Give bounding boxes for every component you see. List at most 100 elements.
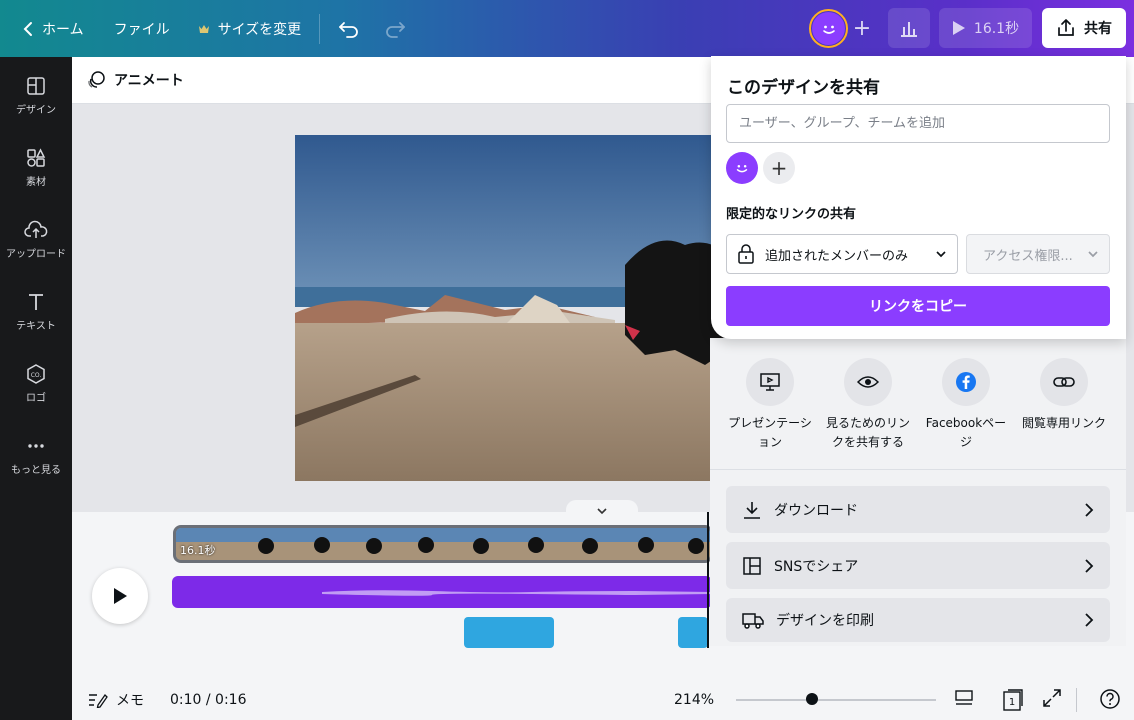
share-option-presentation[interactable]: プレゼンテーション [722, 358, 818, 451]
play-duration: 16.1秒 [973, 21, 1020, 37]
sidebar-label-uploads: アップロード [6, 249, 66, 260]
zoom-slider[interactable] [736, 693, 936, 705]
video-clip-track[interactable]: 16.1秒 [173, 525, 713, 563]
share-option-readonly-link[interactable]: 閲覧専用リンク [1016, 358, 1112, 433]
grid-view-icon [954, 688, 976, 708]
grid-view-button[interactable] [954, 688, 976, 710]
social-icon [742, 556, 762, 576]
share-option-view-link[interactable]: 見るためのリンクを共有する [820, 358, 916, 451]
undo-button[interactable] [326, 9, 372, 49]
zoom-percent: 214% [674, 692, 715, 708]
logo-icon: CO. [25, 363, 47, 385]
animate-button[interactable]: アニメート [86, 70, 184, 90]
sidebar-label-design: デザイン [16, 105, 56, 116]
share-option-label: 見るためのリンクを共有する [825, 416, 910, 449]
copy-link-button[interactable]: リンクをコピー [726, 286, 1110, 326]
chevron-down-icon [935, 250, 947, 258]
pages-button[interactable]: 1 [1002, 688, 1024, 712]
left-sidebar: デザイン 素材 アップロード テキスト CO. ロゴ もっと見る [0, 57, 72, 720]
share-option-label: Facebookページ [925, 416, 1007, 449]
link-sharing-heading: 限定的なリンクの共有 [726, 207, 857, 222]
bottom-divider [1076, 688, 1077, 712]
help-button[interactable] [1099, 688, 1121, 710]
redo-icon [384, 20, 406, 38]
text-icon [25, 291, 47, 313]
sidebar-label-elements: 素材 [26, 177, 46, 188]
resize-label: サイズを変更 [217, 21, 302, 38]
plus-icon: + [770, 156, 788, 180]
user-avatar[interactable] [809, 9, 848, 48]
upload-share-icon [1056, 18, 1076, 38]
more-icon [25, 435, 47, 457]
facebook-icon [942, 358, 990, 406]
sidebar-item-text[interactable]: テキスト [0, 291, 72, 332]
sidebar-label-more: もっと見る [11, 465, 61, 476]
animate-label: アニメート [114, 73, 184, 89]
playhead[interactable] [707, 512, 709, 648]
audio-clip-1[interactable] [464, 617, 554, 648]
chevron-right-icon [1084, 612, 1094, 628]
sidebar-label-logo: ロゴ [26, 393, 46, 404]
download-icon [742, 500, 762, 520]
collaborator-avatar[interactable] [726, 152, 758, 184]
memo-button[interactable]: メモ [88, 690, 144, 710]
row-label: SNSでシェア [774, 558, 859, 575]
home-label: ホーム [42, 21, 84, 38]
redo-button[interactable] [372, 9, 418, 49]
share-option-label: プレゼンテーション [728, 416, 812, 449]
sidebar-item-uploads[interactable]: アップロード [0, 219, 72, 260]
play-icon [112, 587, 128, 605]
permission-select-value: アクセス権限... [983, 248, 1073, 264]
print-design-row[interactable]: デザインを印刷 [726, 598, 1110, 642]
bottom-bar: メモ 0:10 / 0:16 214% 1 [72, 680, 1134, 720]
clip-duration-label: 16.1秒 [180, 544, 216, 557]
upload-icon [24, 219, 48, 241]
sidebar-item-more[interactable]: もっと見る [0, 435, 72, 476]
add-member-button[interactable]: + [763, 152, 795, 184]
play-preview-button[interactable]: 16.1秒 [939, 8, 1032, 48]
collapse-timeline-button[interactable] [566, 500, 638, 522]
page-count: 1 [1008, 696, 1016, 708]
expand-icon [1042, 688, 1064, 708]
add-collaborator-button[interactable]: + [848, 14, 876, 42]
toolbar-divider [319, 13, 321, 44]
share-option-label: 閲覧専用リンク [1021, 416, 1106, 430]
insights-button[interactable] [888, 8, 930, 48]
sidebar-label-text: テキスト [16, 321, 56, 332]
timeline-play-button[interactable] [92, 568, 148, 624]
add-people-input[interactable] [726, 104, 1110, 143]
bar-chart-icon [899, 19, 919, 37]
fullscreen-button[interactable] [1042, 688, 1064, 710]
share-button[interactable]: 共有 [1042, 8, 1126, 48]
truck-icon [742, 611, 764, 629]
row-label: ダウンロード [774, 502, 858, 519]
animate-icon [86, 70, 106, 90]
top-bar: ホーム ファイル サイズを変更 + 16.1秒 共有 [0, 0, 1134, 57]
crown-icon [198, 23, 210, 35]
filmstrip-thumbnails [176, 528, 710, 560]
resize-button[interactable]: サイズを変更 [186, 9, 314, 49]
audio-clip-2[interactable] [678, 617, 708, 648]
social-share-row[interactable]: SNSでシェア [726, 542, 1110, 589]
sidebar-item-logo[interactable]: CO. ロゴ [0, 363, 72, 404]
share-option-facebook[interactable]: Facebookページ [918, 358, 1014, 451]
panel-divider [710, 469, 1126, 470]
sidebar-item-design[interactable]: デザイン [0, 75, 72, 116]
share-label: 共有 [1084, 21, 1112, 37]
file-menu[interactable]: ファイル [102, 9, 182, 49]
zoom-slider-thumb[interactable] [806, 693, 818, 705]
audio-track[interactable] [172, 576, 712, 608]
permission-select[interactable]: アクセス権限... [966, 234, 1110, 274]
home-button[interactable]: ホーム [10, 9, 96, 49]
link-icon [1040, 358, 1088, 406]
share-panel-title: このデザインを共有 [727, 78, 880, 98]
chevron-down-icon [1087, 250, 1099, 258]
svg-text:CO.: CO. [31, 372, 42, 379]
plus-icon: + [852, 15, 872, 41]
chevron-right-icon [1084, 502, 1094, 518]
design-icon [25, 75, 47, 97]
download-row[interactable]: ダウンロード [726, 486, 1110, 533]
sidebar-item-elements[interactable]: 素材 [0, 147, 72, 188]
eye-icon [844, 358, 892, 406]
access-select[interactable]: 追加されたメンバーのみ [726, 234, 958, 274]
